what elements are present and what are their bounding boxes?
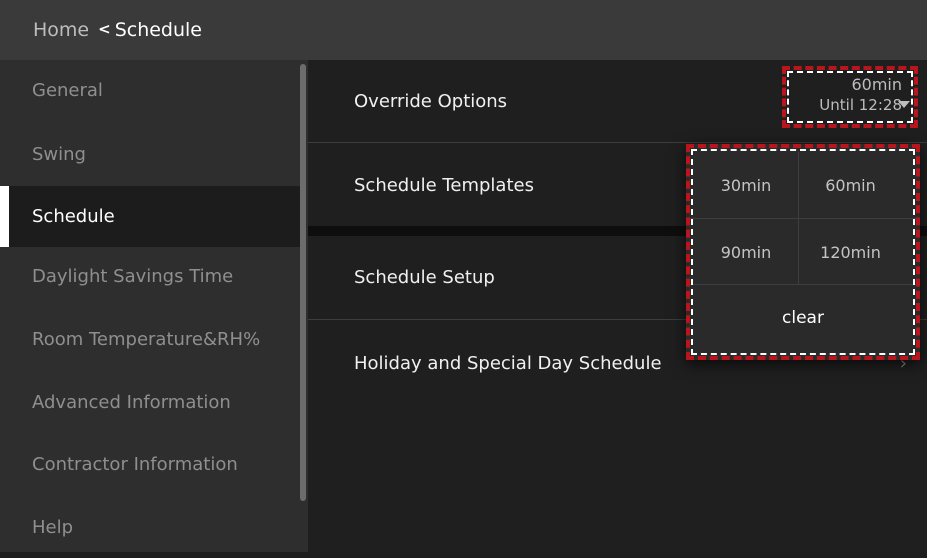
sidebar-item-label: Room Temperature&RH% xyxy=(32,329,261,350)
sidebar-item-label: General xyxy=(32,80,103,101)
dropdown-caret-icon xyxy=(898,101,910,108)
option-90min[interactable]: 90min xyxy=(694,219,798,285)
sidebar-item-label: Swing xyxy=(32,144,86,165)
page-title: Schedule xyxy=(114,19,202,41)
row-label: Schedule Setup xyxy=(354,267,495,288)
sidebar-item-label: Advanced Information xyxy=(32,392,231,413)
sidebar-item-contractor-information[interactable]: Contractor Information xyxy=(0,434,300,495)
row-label: Schedule Templates xyxy=(354,174,534,196)
sidebar-item-schedule[interactable]: Schedule xyxy=(0,186,300,247)
sidebar-item-general[interactable]: General xyxy=(0,60,300,121)
clear-button[interactable]: clear xyxy=(686,284,920,352)
row-label: Holiday and Special Day Schedule xyxy=(354,352,662,374)
override-duration-popup: 30min 60min 90min 120min clear xyxy=(686,144,920,360)
option-30min[interactable]: 30min xyxy=(694,152,798,218)
sidebar-item-daylight-savings-time[interactable]: Daylight Savings Time xyxy=(0,246,300,307)
breadcrumb-home[interactable]: Home xyxy=(33,19,89,41)
option-60min[interactable]: 60min xyxy=(798,152,902,218)
sidebar-item-room-temperature-rh[interactable]: Room Temperature&RH% xyxy=(0,309,300,370)
sidebar-item-label: Help xyxy=(32,517,74,538)
back-chevron-icon[interactable]: < xyxy=(98,20,111,38)
override-duration-value: 60min xyxy=(851,75,902,94)
sidebar-item-label: Schedule xyxy=(32,206,115,227)
override-until-value: Until 12:28 xyxy=(819,96,902,114)
sidebar-scrollbar[interactable] xyxy=(300,64,306,501)
row-label: Override Options xyxy=(354,90,508,112)
sidebar-item-swing[interactable]: Swing xyxy=(0,124,300,185)
sidebar-item-advanced-information[interactable]: Advanced Information xyxy=(0,372,300,433)
sidebar-item-label: Contractor Information xyxy=(32,454,238,475)
option-120min[interactable]: 120min xyxy=(798,219,902,285)
sidebar-item-help[interactable]: Help xyxy=(0,497,300,558)
override-duration-dropdown[interactable]: 60min Until 12:28 xyxy=(782,66,918,128)
sidebar: General Swing Schedule Daylight Savings … xyxy=(0,60,308,552)
top-bar: Home < Schedule xyxy=(0,0,927,60)
sidebar-item-label: Daylight Savings Time xyxy=(32,266,234,287)
